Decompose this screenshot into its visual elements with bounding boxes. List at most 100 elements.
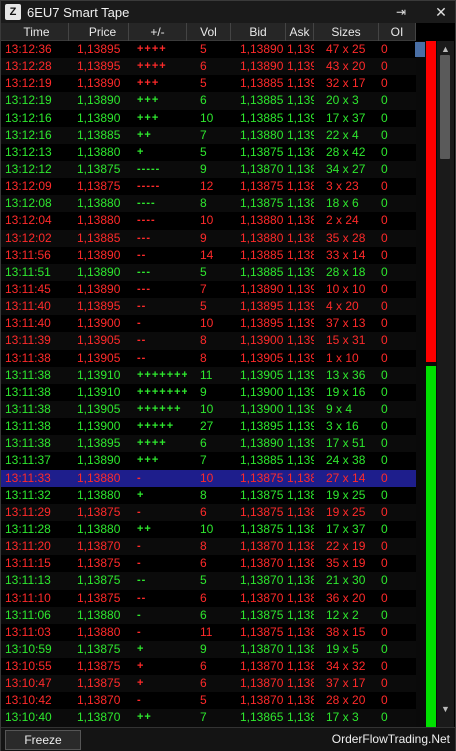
table-row[interactable]: 13:12:16 1,13890 +++ 10 1,13885 1,139 17 x 37 0 [1, 110, 416, 127]
table-row[interactable]: 13:11:20 1,13870-8 1,13870 1,138 22 x 19 0 [1, 538, 416, 556]
scroll-down-icon[interactable]: ▼ [437, 703, 454, 715]
table-row[interactable]: 13:12:12 1,13875 ----- 9 1,13870 1,138 34 x 27… [1, 160, 416, 179]
table-row[interactable]: 13:12:13 1,13880 +5 1,13875 1,138 28 x 42 0 [1, 144, 416, 161]
table-row[interactable]: 13:11:38 1,13900 +++++ 27 1,13895 1,139 3 x 16… [1, 418, 416, 435]
col-header-vol[interactable]: Vol [187, 23, 231, 41]
cell-sizes: 10 x 10 [326, 281, 366, 296]
table-row[interactable]: 13:12:09 1,13875 ----- 12 1,13875 1,138 3 x 23… [1, 178, 416, 195]
cell-time: 13:11:40 [5, 316, 51, 331]
table-row[interactable]: 13:11:06 1,13880 - 6 1,13875 1,138 12 x 2 0 [1, 606, 416, 624]
cell-price: 1,13875 [77, 659, 121, 674]
cell-price: 1,13885 [77, 127, 121, 142]
cell-time: 13:11:51 [5, 264, 51, 279]
cell-ask: 1,138 [287, 247, 314, 262]
cell-ask: 1,139 [287, 93, 314, 108]
window-title: 6EU7 Smart Tape [27, 4, 130, 20]
table-row[interactable]: 13:10:59 1,13875 +9 1,13870 1,138 19 x 5 0 [1, 640, 416, 659]
col-header-oi[interactable]: OI [379, 23, 416, 41]
cell-price: 1,13875 [77, 504, 121, 519]
table-row[interactable]: 13:11:10 1,13875 -- 6 1,13870 1,138 36 x 20 0 [1, 590, 416, 607]
table-row[interactable]: 13:11:28 1,13880 ++ 10 1,13875 1,138 17 x 37 0 [1, 521, 416, 538]
table-row[interactable]: 13:12:28 1,13895 ++++ 6 1,13890 1,139 43 x 20 0 [1, 58, 416, 76]
table-row[interactable]: 13:12:04 1,13880 ---- 10 1,13880 1,138 2 x 24 0 [1, 212, 416, 229]
table-row[interactable]: 13:11:29 1,13875-6 1,13875 1,138 19 x 25 0 [1, 503, 416, 521]
cell-vol: 8 [200, 539, 207, 554]
cell-price: 1,13875 [77, 641, 121, 656]
cell-oi: 0 [381, 93, 388, 108]
table-row[interactable]: 13:12:08 1,13880 ---- 8 1,13875 1,138 18 x 6 0 [1, 195, 416, 213]
cell-vol: 6 [200, 504, 207, 519]
table-row[interactable]: 13:11:13 1,13875 -- 5 1,13870 1,138 21 x 30 0 [1, 572, 416, 590]
col-header-bid[interactable]: Bid [231, 23, 286, 41]
table-row[interactable]: 13:11:40 1,13900 - 10 1,13895 1,139 37 x 13 0 [1, 315, 416, 332]
table-row-selected[interactable]: 13:11:33 1,13880 - 10 1,13875 1,138 27 x 14 0 [1, 469, 416, 487]
cell-oi: 0 [381, 161, 388, 176]
table-row[interactable]: 13:10:55 1,13875 +6 1,13870 1,138 34 x 32 0 [1, 658, 416, 675]
table-row[interactable]: 13:11:03 1,13880 - 11 1,13875 1,138 38 x 15 0 [1, 624, 416, 641]
col-header-time[interactable]: Time [1, 23, 69, 41]
table-row[interactable]: 13:11:38 1,13905 ++++++ 10 1,13900 1,139 9 x 4… [1, 400, 416, 419]
cell-vol: 10 [200, 213, 214, 228]
cell-ask: 1,139 [287, 127, 314, 142]
cell-price: 1,13880 [77, 470, 121, 485]
buy-pressure-bar [426, 366, 436, 727]
cell-vol: 10 [200, 110, 214, 125]
cell-time: 13:11:38 [5, 419, 51, 434]
cell-vol: 6 [200, 590, 207, 605]
table-row[interactable]: 13:10:42 1,13870-5 1,13870 1,138 28 x 20 0 [1, 692, 416, 709]
cell-oi: 0 [381, 590, 388, 605]
cell-oi: 0 [381, 230, 388, 245]
col-header-price[interactable]: Price [69, 23, 129, 41]
scroll-thumb[interactable] [440, 55, 450, 159]
col-header-sizes[interactable]: Sizes [314, 23, 379, 41]
col-header-change[interactable]: +/- [129, 23, 187, 41]
table-row[interactable]: 13:11:40 1,13895 -- 5 1,13895 1,139 4 x 20 0 [1, 298, 416, 316]
cell-change: +++ [137, 111, 160, 124]
cell-time: 13:10:55 [5, 659, 52, 674]
table-row[interactable]: 13:12:02 1,13885 --- 9 1,13880 1,138 35 x 28 0 [1, 229, 416, 247]
table-row[interactable]: 13:12:16 1,13885 ++ 7 1,13880 1,139 22 x 4 0 [1, 126, 416, 144]
table-row[interactable]: 13:11:39 1,13905 -- 8 1,13900 1,139 15 x 31 0 [1, 332, 416, 350]
table-row[interactable]: 13:10:40 1,13870 ++ 7 1,13865 1,138 17 x 3 0 [1, 709, 416, 727]
freeze-button[interactable]: Freeze [5, 730, 81, 750]
table-row[interactable]: 13:11:38 1,13895 ++++ 6 1,13890 1,139 17 x 51 0 [1, 435, 416, 453]
cell-change: + [137, 642, 145, 655]
table-row[interactable]: 13:12:36 1,13895 ++++ 5 1,13890 1,139 47 x 25 0 [1, 41, 416, 58]
cell-bid: 1,13890 [240, 436, 284, 451]
cell-change: -- [137, 334, 147, 347]
scroll-up-icon[interactable]: ▲ [437, 43, 454, 55]
cell-vol: 8 [200, 196, 207, 211]
pin-icon[interactable]: ⇥ [392, 3, 410, 21]
cell-bid: 1,13895 [240, 316, 284, 331]
table-row[interactable]: 13:10:47 1,13875 +6 1,13870 1,138 37 x 17 0 [1, 675, 416, 693]
cell-oi: 0 [381, 59, 388, 74]
table-row[interactable]: 13:12:19 1,13890 +++ 6 1,13885 1,139 20 x 3 0 [1, 92, 416, 110]
table-row[interactable]: 13:11:56 1,13890 -- 14 1,13885 1,138 33 x 14 0 [1, 247, 416, 264]
table-row[interactable]: 13:11:38 1,13910 +++++++ 11 1,13905 1,139 13 x… [1, 366, 416, 384]
title-bar[interactable]: Z 6EU7 Smart Tape ⇥ ✕ [1, 1, 455, 23]
cell-ask: 1,139 [287, 333, 314, 348]
cell-ask: 1,139 [287, 316, 314, 331]
table-row[interactable]: 13:11:45 1,13890 --- 7 1,13890 1,139 10 x 10 0 [1, 281, 416, 298]
cell-price: 1,13880 [77, 487, 121, 502]
cell-bid: 1,13905 [240, 367, 284, 382]
table-row[interactable]: 13:11:15 1,13875 - 6 1,13870 1,138 35 x 19 0 [1, 555, 416, 572]
col-header-ask[interactable]: Ask [286, 23, 314, 41]
table-row[interactable]: 13:11:38 1,13905 -- 8 1,13905 1,139 1 x 10 0 [1, 350, 416, 367]
cell-bid: 1,13875 [240, 196, 284, 211]
close-icon[interactable]: ✕ [432, 3, 450, 21]
table-row[interactable]: 13:11:32 1,13880 +8 1,13875 1,138 19 x 25 0 [1, 487, 416, 504]
table-row[interactable]: 13:11:37 1,13890 +++ 7 1,13885 1,139 24 x 38 0 [1, 452, 416, 469]
cell-vol: 5 [200, 299, 207, 314]
cell-bid: 1,13890 [240, 281, 284, 296]
cell-time: 13:12:19 [5, 93, 52, 108]
cell-price: 1,13900 [77, 419, 121, 434]
cell-ask: 1,138 [287, 230, 314, 245]
cell-price: 1,13880 [77, 607, 121, 622]
table-row[interactable]: 13:11:38 1,13910 +++++++ 9 1,13900 1,139 19 x … [1, 384, 416, 401]
table-row[interactable]: 13:11:51 1,13890 --- 5 1,13885 1,139 28 x 18 0 [1, 263, 416, 281]
cell-change: - [137, 317, 142, 330]
table-row[interactable]: 13:12:19 1,13890 +++ 5 1,13885 1,139 32 x 17 0 [1, 75, 416, 92]
cell-time: 13:12:08 [5, 196, 52, 211]
cell-sizes: 37 x 13 [326, 316, 366, 331]
